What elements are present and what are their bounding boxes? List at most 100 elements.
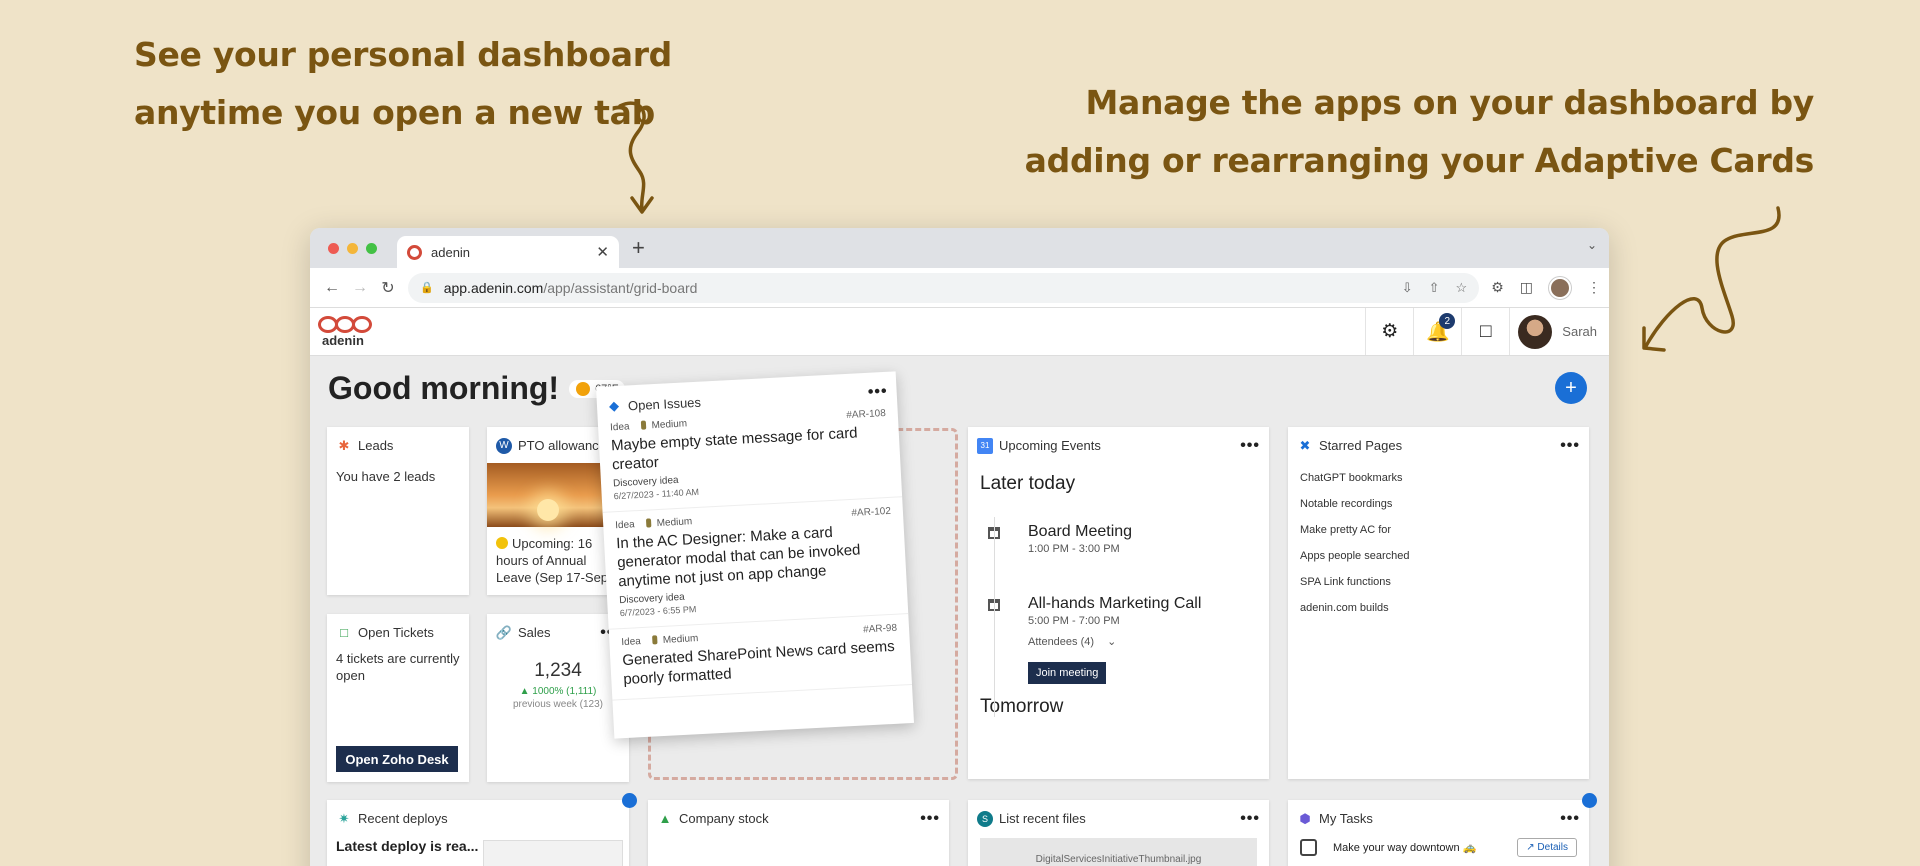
notifications-bell-icon[interactable]: 🔔 2 [1413,308,1461,355]
issue-item[interactable]: Idea Medium #AR-98 Generated SharePoint Ne… [608,614,913,701]
browser-profile-avatar[interactable] [1549,276,1571,299]
leads-body: You have 2 leads [336,469,436,484]
jira-diamond-icon: ◆ [608,397,620,414]
issue-item[interactable]: Idea Medium #AR-102 In the AC Designer: Ma… [602,497,909,630]
confluence-icon: ✖ [1299,437,1311,453]
greeting: Good morning! 67°F [328,370,626,407]
starred-page-link[interactable]: Notable recordings [1288,491,1589,517]
card-title: List recent files [999,811,1086,826]
my-tasks-card[interactable]: ⬢ My Tasks ••• Make your way downtown 🚕 … [1288,800,1589,866]
tickets-body: 4 tickets are currently open [336,651,460,683]
maximize-window-button[interactable] [366,243,377,254]
starred-page-link[interactable]: adenin.com builds [1288,595,1589,621]
share-icon[interactable]: ⇧ [1429,280,1440,296]
promo-left-line2: anytime you open a new tab [134,93,655,132]
tomorrow-heading: Tomorrow [980,696,1064,717]
recent-deploys-card[interactable]: ✷ Recent deploys Latest deploy is rea... [327,800,629,866]
file-item[interactable]: DigitalServicesInitiativeThumbnail.jpg [980,838,1257,866]
more-options-icon[interactable]: ••• [1240,810,1260,828]
leads-card[interactable]: ✱ Leads You have 2 leads [327,427,469,595]
side-panel-icon[interactable]: ◫ [1520,279,1533,296]
open-issues-card-dragging[interactable]: ◆ Open Issues ••• Idea Medium #AR-108 Mayb… [595,371,915,739]
tab-strip: adenin ✕ + ⌄ [310,228,1609,268]
browser-tab-adenin[interactable]: adenin ✕ [397,236,619,268]
chat-bubble-icon[interactable]: □ [1461,308,1509,355]
close-tab-icon[interactable]: ✕ [596,243,609,261]
event-time: 1:00 PM - 3:00 PM [1028,543,1120,555]
starred-page-link[interactable]: SPA Link functions [1288,569,1589,595]
user-name: Sarah [1562,324,1597,339]
url-field[interactable]: 🔒 app.adenin.com /app/assistant/grid-boa… [408,272,1480,303]
sales-link-icon: 🔗 [495,624,513,640]
task-item[interactable]: Make your way downtown 🚕 ↗ Details [1288,828,1589,866]
issue-id: #AR-108 [846,407,887,422]
tab-title: adenin [431,244,471,260]
browser-menu-icon[interactable]: ⋮ [1587,279,1601,296]
pto-body-text: Upcoming: 16 hours of Annual Leave (Sep … [496,536,609,585]
calendar-icon: 31 [977,437,993,454]
netlify-icon: ✷ [338,810,350,826]
extensions-puzzle-icon[interactable]: ⚙ [1491,279,1504,296]
issue-title: In the AC Designer: Make a card generato… [615,523,861,591]
more-options-icon[interactable]: ••• [1560,437,1580,455]
chevron-down-icon: ⌄ [1107,636,1117,648]
starred-page-link[interactable]: Apps people searched [1288,543,1589,569]
attendees-toggle[interactable]: Attendees (4) ⌄ [1028,635,1201,648]
starred-page-link[interactable]: Make pretty AC for [1288,517,1589,543]
reload-icon[interactable]: ↻ [374,278,402,298]
add-card-button[interactable]: + [1555,372,1587,404]
close-window-button[interactable] [328,243,339,254]
more-options-icon[interactable]: ••• [920,810,940,828]
status-dot-icon [496,537,508,549]
dashboard-board: Good morning! 67°F + ✱ Leads You have 2 … [310,356,1609,866]
settings-gear-icon[interactable]: ⚙ [1365,308,1413,355]
more-options-icon[interactable]: ••• [1560,810,1580,828]
tab-search-chevron-icon[interactable]: ⌄ [1587,238,1597,252]
event-board-meeting[interactable]: Board Meeting 1:00 PM - 3:00 PM [988,523,1269,555]
card-title: Leads [358,438,394,453]
attendees-label: Attendees (4) [1028,636,1095,648]
open-tickets-card[interactable]: □ Open Tickets 4 tickets are currently o… [327,614,469,782]
more-options-icon[interactable]: ••• [1240,437,1260,455]
user-menu[interactable]: Sarah [1509,308,1609,355]
event-title: All-hands Marketing Call [1028,595,1202,612]
logo-text: adenin [322,332,364,348]
event-title: Board Meeting [1028,523,1133,540]
open-zoho-desk-button[interactable]: Open Zoho Desk [336,746,458,772]
sales-card[interactable]: 🔗 Sales ••• 1,234 ▲ 1000% (1,111) previo… [487,614,629,782]
upcoming-events-card[interactable]: 31 Upcoming Events ••• Later today Board… [968,427,1269,779]
adenin-favicon-icon [407,244,422,260]
bookmark-star-icon[interactable]: ☆ [1456,280,1468,296]
install-app-icon[interactable]: ⇩ [1402,280,1413,296]
resize-handle[interactable] [622,793,637,808]
company-stock-card[interactable]: ▲ Company stock ••• [648,800,949,866]
more-options-icon[interactable]: ••• [867,383,888,402]
task-details-button[interactable]: ↗ Details [1517,838,1577,857]
card-title: Upcoming Events [999,438,1101,453]
card-title: Open Tickets [358,625,434,640]
adenin-logo[interactable]: adenin [318,315,378,348]
recent-files-card[interactable]: S List recent files ••• DigitalServicesI… [968,800,1269,866]
task-checkbox[interactable] [1300,839,1317,856]
starred-page-link[interactable]: ChatGPT bookmarks [1288,465,1589,491]
workday-icon: W [496,437,512,454]
new-tab-button[interactable]: + [632,235,645,261]
forward-arrow-icon[interactable]: → [346,279,374,297]
join-meeting-button[interactable]: Join meeting [1028,662,1107,684]
event-all-hands[interactable]: All-hands Marketing Call 5:00 PM - 7:00 … [988,595,1269,684]
card-title: Recent deploys [358,811,448,826]
starred-pages-card[interactable]: ✖ Starred Pages ••• ChatGPT bookmarks No… [1288,427,1589,779]
promo-left-line1: See your personal dashboard [134,35,672,74]
issue-item[interactable]: Idea Medium #AR-108 Maybe empty state mess… [597,399,903,513]
notification-badge: 2 [1439,313,1456,329]
resize-handle[interactable] [1582,793,1597,808]
minimize-window-button[interactable] [347,243,358,254]
back-arrow-icon[interactable]: ← [318,279,346,297]
promo-right-line2: adding or rearranging your Adaptive Card… [1024,141,1815,180]
sales-change: ▲ 1000% (1,111) [519,686,597,697]
browser-window: adenin ✕ + ⌄ ← → ↻ 🔒 app.adenin.com /app… [310,228,1609,866]
details-label: Details [1537,842,1568,853]
greeting-text: Good morning! [328,370,560,406]
url-domain: app.adenin.com [443,279,544,296]
promo-right-headline: Manage the apps on your dashboard by add… [1024,74,1815,190]
